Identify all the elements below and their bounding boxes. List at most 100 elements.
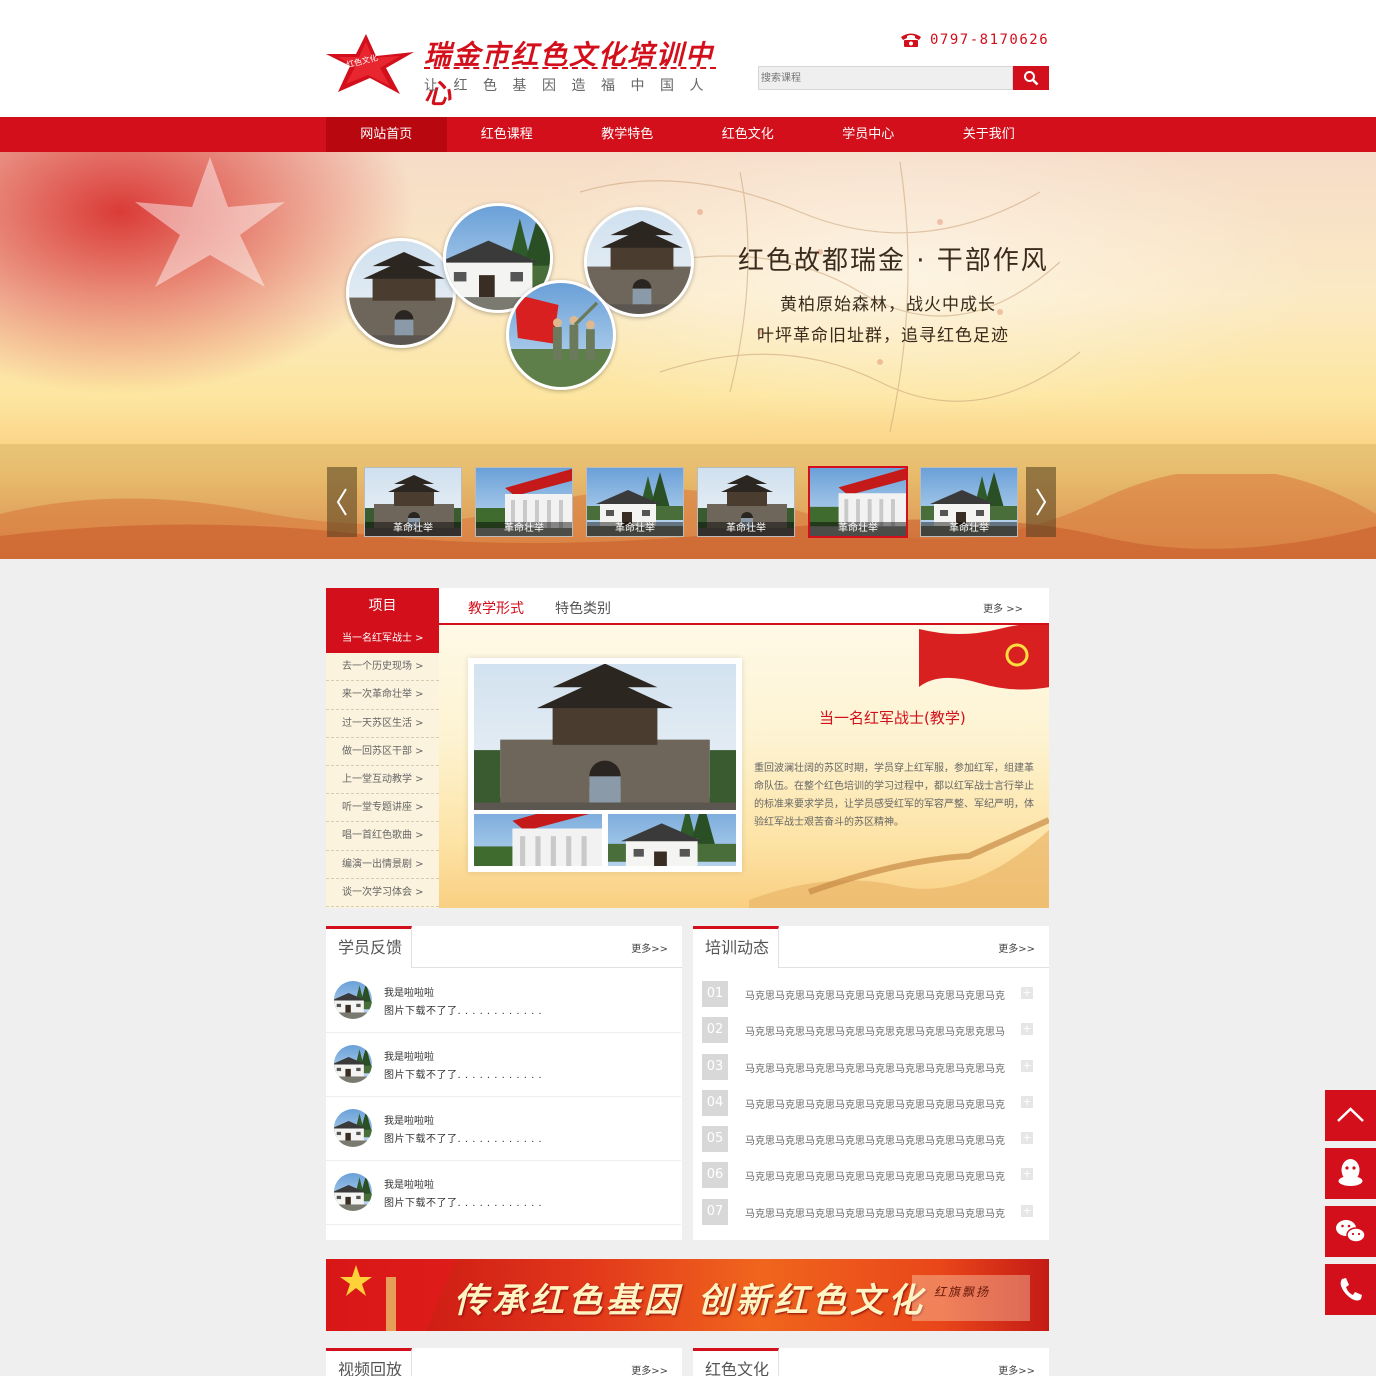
video-header: 视频回放 更多>>	[326, 1348, 682, 1376]
video-more-link[interactable]: 更多>>	[631, 1362, 668, 1376]
project-feature-title[interactable]: 当一名红军战士(教学)	[819, 707, 966, 728]
thumb-next-button[interactable]	[1026, 467, 1056, 537]
promo-calligraphy: 红旗飘扬	[934, 1285, 991, 1299]
banner-subtitle-2: 叶坪革命旧址群，追寻红色足迹	[757, 326, 1009, 346]
plus-icon[interactable]: +	[1021, 1168, 1033, 1180]
news-link[interactable]: 马克思马克思马克思马克思马克思马克思马克思马克思马克	[745, 1096, 1011, 1111]
project-item[interactable]: 上一堂互动教学 >	[326, 766, 439, 795]
project-item[interactable]: 谈一次学习体会 >	[326, 879, 439, 907]
qq-icon	[1338, 1159, 1363, 1186]
news-number: 04	[702, 1090, 728, 1116]
project-more-link[interactable]: 更多 >>	[983, 600, 1023, 615]
search-input[interactable]	[758, 66, 1013, 90]
news-more-link[interactable]: 更多>>	[998, 940, 1035, 955]
banner-thumb-1[interactable]: 革命壮举	[364, 467, 462, 537]
banner-thumb-6[interactable]: 革命壮举	[920, 467, 1018, 537]
news-number: 06	[702, 1162, 728, 1188]
project-item[interactable]: 当一名红军战士 >	[326, 625, 439, 654]
news-number: 05	[702, 1126, 728, 1152]
tab-teaching-form[interactable]: 教学形式	[468, 598, 524, 618]
project-photo-house	[608, 814, 736, 866]
news-link[interactable]: 马克思马克思马克思马克思马克思马克思马克思马克思马克	[745, 1132, 1011, 1147]
news-item[interactable]: 05 马克思马克思马克思马克思马克思马克思马克思马克思马克 +	[702, 1126, 1033, 1152]
project-item[interactable]: 来一次革命壮举 >	[326, 681, 439, 710]
red-flag-decoration	[919, 625, 1049, 690]
news-link[interactable]: 马克思马克思马克思马克思马克思克思马克思马克思克思马	[745, 1023, 1011, 1038]
mountain-silhouette-decoration	[0, 474, 1376, 559]
project-item[interactable]: 去一个历史现场 >	[326, 653, 439, 682]
feedback-item[interactable]: 我是啦啦啦 图片下载不了了. . . . . . . . . . . .	[326, 969, 681, 1033]
site-logo[interactable]: 红色文化 瑞金市红色文化培训中心 让红色基因造福中国人	[326, 30, 726, 110]
plus-icon[interactable]: +	[1021, 1060, 1033, 1072]
video-title: 视频回放	[326, 1348, 412, 1376]
search-box	[758, 66, 1049, 90]
nav-item-culture[interactable]: 红色文化	[688, 117, 809, 152]
plus-icon[interactable]: +	[1021, 1023, 1033, 1035]
search-button[interactable]	[1013, 66, 1049, 90]
news-item[interactable]: 01 马克思马克思马克思马克思马克思马克思马克思马克思马克 +	[702, 981, 1033, 1007]
feedback-title: 学员反馈	[326, 926, 412, 968]
feedback-text: 图片下载不了了. . . . . . . . . . . .	[384, 1006, 543, 1017]
phone-button[interactable]	[1325, 1264, 1376, 1315]
banner-thumb-5[interactable]: 革命壮举	[808, 466, 908, 538]
project-tabs: 教学形式 特色类别 更多 >>	[439, 588, 1049, 625]
feedback-text: 图片下载不了了. . . . . . . . . . . .	[384, 1070, 543, 1081]
nav-item-courses[interactable]: 红色课程	[447, 117, 568, 152]
culture-title: 红色文化	[693, 1348, 779, 1376]
culture-header: 红色文化 更多>>	[693, 1348, 1049, 1376]
news-item[interactable]: 04 马克思马克思马克思马克思马克思马克思马克思马克思马克 +	[702, 1090, 1033, 1116]
search-icon	[1024, 71, 1039, 86]
feedback-name: 我是啦啦啦	[384, 988, 434, 999]
thumb-prev-button[interactable]	[327, 467, 357, 537]
hero-banner: 红色故都瑞金 · 干部作风 黄柏原始森林，战火中成长 叶坪革命旧址群，追寻红色足…	[0, 152, 1376, 559]
banner-thumb-2[interactable]: 革命壮举	[475, 467, 573, 537]
plus-icon[interactable]: +	[1021, 1132, 1033, 1144]
feedback-text: 图片下载不了了. . . . . . . . . . . .	[384, 1134, 543, 1145]
thumb-caption: 革命壮举	[476, 522, 572, 536]
main-nav: 网站首页 红色课程 教学特色 红色文化 学员中心 关于我们	[0, 117, 1376, 152]
project-photo-hall	[474, 814, 602, 866]
nav-item-features[interactable]: 教学特色	[567, 117, 688, 152]
qq-button[interactable]	[1325, 1148, 1376, 1199]
plus-icon[interactable]: +	[1021, 1096, 1033, 1108]
project-item[interactable]: 听一堂专题讲座 >	[326, 794, 439, 823]
culture-box: 红色文化 更多>>	[693, 1348, 1049, 1376]
feedback-more-link[interactable]: 更多>>	[631, 940, 668, 955]
news-item[interactable]: 07 马克思马克思马克思马克思马克思马克思马克思马克思马克 +	[702, 1199, 1033, 1225]
phone-number: 0797-8170626	[930, 32, 1050, 48]
news-title: 培训动态	[693, 926, 779, 968]
news-number: 01	[702, 981, 728, 1007]
news-box: 培训动态 更多>> 01 马克思马克思马克思马克思马克思马克思马克思马克思马克 …	[693, 926, 1049, 1240]
project-item[interactable]: 过一天苏区生活 >	[326, 710, 439, 738]
culture-more-link[interactable]: 更多>>	[998, 1362, 1035, 1376]
project-item[interactable]: 唱一首红色歌曲 >	[326, 822, 439, 851]
banner-thumb-3[interactable]: 革命壮举	[586, 467, 684, 537]
news-link[interactable]: 马克思马克思马克思马克思马克思马克思马克思马克思马克	[745, 1205, 1011, 1220]
plus-icon[interactable]: +	[1021, 987, 1033, 999]
promo-banner[interactable]: 传承红色基因 创新红色文化 红旗飘扬	[326, 1259, 1049, 1331]
news-link[interactable]: 马克思马克思马克思马克思马克思马克思马克思马克思马克	[745, 1168, 1011, 1183]
project-item[interactable]: 编演一出情景剧 >	[326, 851, 439, 879]
project-sidebar-header: 项目	[326, 588, 439, 625]
nav-item-home[interactable]: 网站首页	[326, 117, 447, 152]
news-link[interactable]: 马克思马克思马克思马克思马克思马克思马克思马克思马克	[745, 987, 1011, 1002]
party-flag-star-icon	[135, 157, 285, 287]
feedback-item[interactable]: 我是啦啦啦 图片下载不了了. . . . . . . . . . . .	[326, 1161, 681, 1225]
banner-thumb-4[interactable]: 革命壮举	[697, 467, 795, 537]
wechat-button[interactable]	[1325, 1206, 1376, 1257]
project-sidebar: 项目 当一名红军战士 > 去一个历史现场 > 来一次革命壮举 > 过一天苏区生活…	[326, 588, 439, 908]
project-item[interactable]: 做一回苏区干部 >	[326, 738, 439, 766]
news-item[interactable]: 02 马克思马克思马克思马克思马克思克思马克思马克思克思马 +	[702, 1017, 1033, 1043]
logo-divider	[424, 67, 716, 69]
news-item[interactable]: 06 马克思马克思马克思马克思马克思马克思马克思马克思马克 +	[702, 1162, 1033, 1188]
feedback-item[interactable]: 我是啦啦啦 图片下载不了了. . . . . . . . . . . .	[326, 1033, 681, 1097]
news-item[interactable]: 03 马克思马克思马克思马克思马克思马克思马克思马克思马克 +	[702, 1054, 1033, 1080]
news-link[interactable]: 马克思马克思马克思马克思马克思马克思马克思马克思马克	[745, 1060, 1011, 1075]
feedback-item[interactable]: 我是啦啦啦 图片下载不了了. . . . . . . . . . . .	[326, 1097, 681, 1161]
back-to-top-button[interactable]	[1325, 1090, 1376, 1141]
nav-item-students[interactable]: 学员中心	[808, 117, 929, 152]
avatar	[334, 1045, 372, 1083]
tab-feature-category[interactable]: 特色类别	[555, 598, 611, 618]
plus-icon[interactable]: +	[1021, 1205, 1033, 1217]
nav-item-about[interactable]: 关于我们	[929, 117, 1050, 152]
